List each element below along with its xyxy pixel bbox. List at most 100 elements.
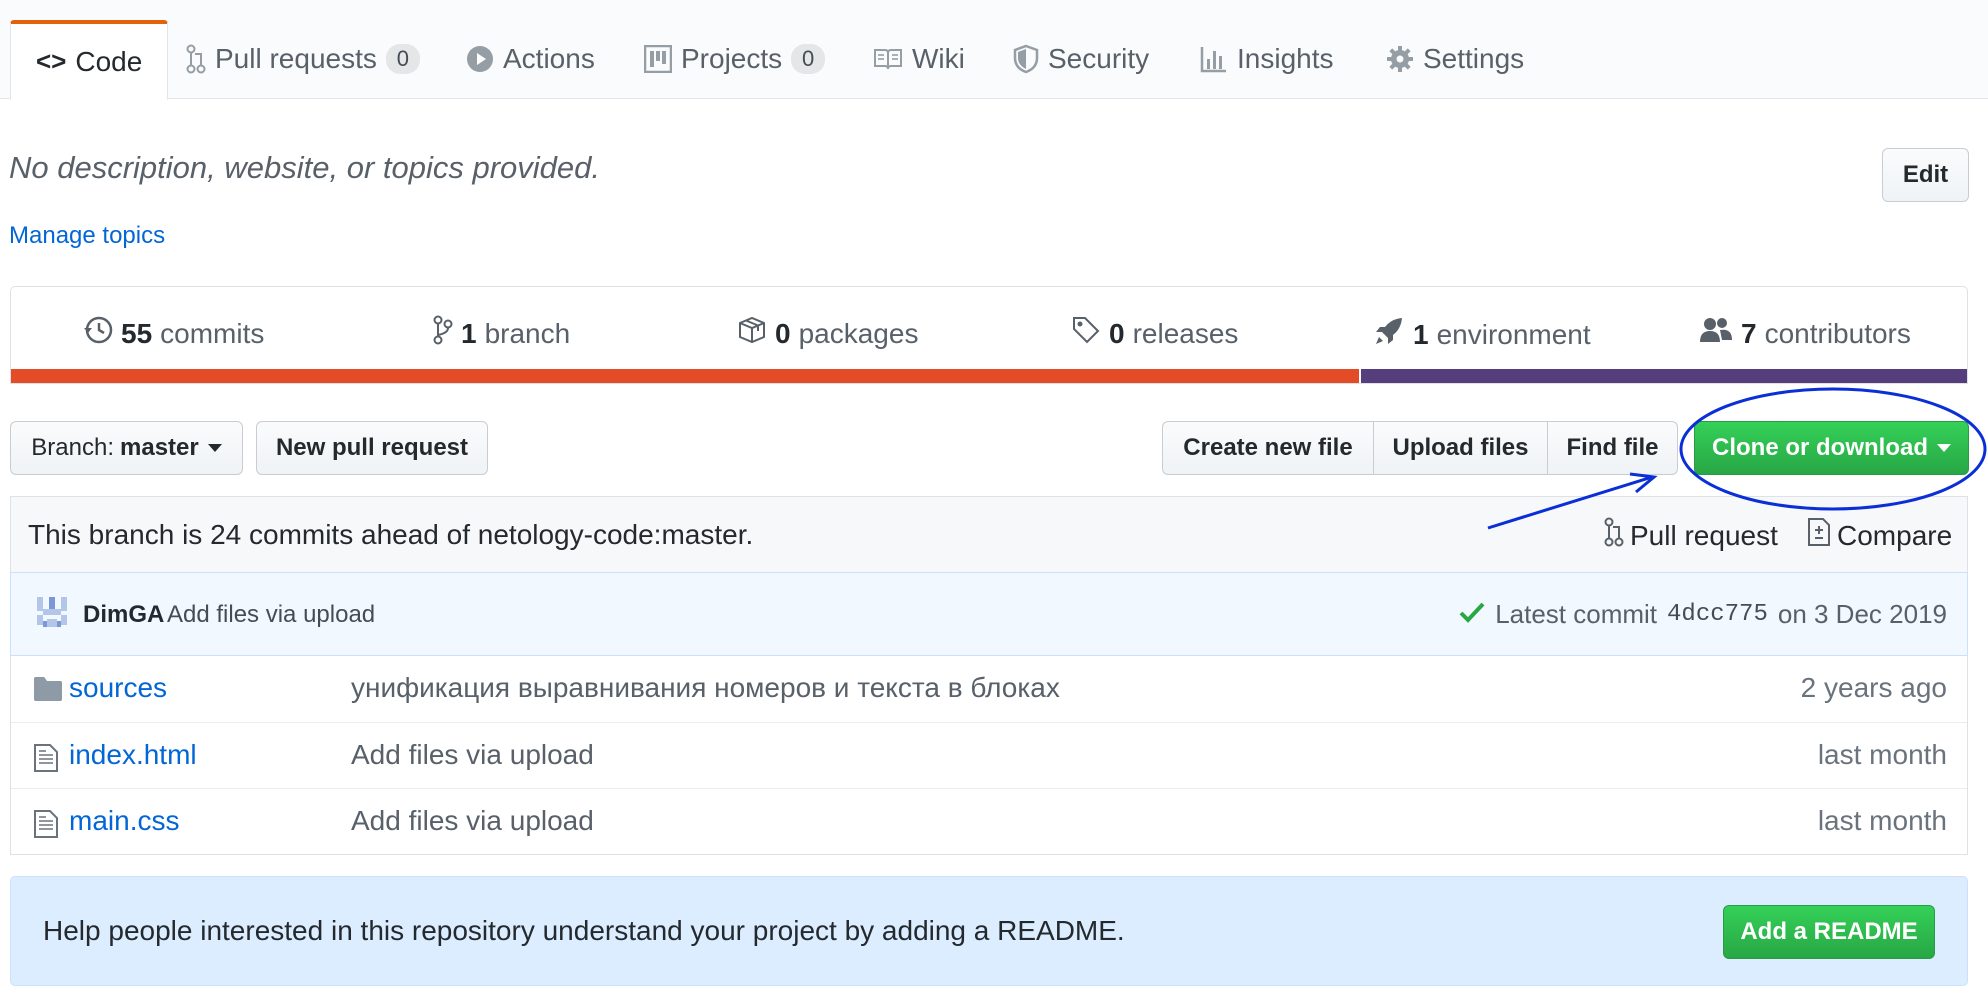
manage-topics-link[interactable]: Manage topics: [9, 222, 165, 250]
language-bar[interactable]: [11, 369, 1967, 383]
contributors-count: 7: [1741, 317, 1757, 349]
project-icon: [644, 45, 672, 73]
file-age: 2 years ago: [1800, 672, 1947, 703]
tab-wiki[interactable]: Wiki: [873, 20, 965, 98]
branches-link[interactable]: 1 branch: [433, 315, 570, 352]
tab-security-label: Security: [1048, 43, 1150, 74]
file-icon: [33, 809, 59, 844]
tab-projects[interactable]: Projects 0: [644, 20, 826, 98]
diff-icon: [1807, 517, 1831, 554]
contributors-label: contributors: [1764, 317, 1911, 349]
file-row: main.css Add files via upload last month: [11, 788, 1967, 854]
branch-select-button[interactable]: Branch: master: [10, 421, 243, 475]
numbers-summary: 55 commits 1 branch 0 packages 0 release…: [10, 286, 1968, 384]
shield-icon: [1013, 44, 1039, 74]
annotation-arrow-head: [1629, 472, 1658, 494]
pull-request-link[interactable]: Pull request: [1604, 517, 1778, 554]
language-bar-segment[interactable]: [1359, 369, 1967, 383]
releases-link[interactable]: 0 releases: [1071, 315, 1238, 352]
graph-icon: [1200, 45, 1228, 73]
environments-link[interactable]: 1 environment: [1373, 315, 1591, 354]
latest-commit-bar: DimGA Add files via upload Latest commit…: [10, 572, 1968, 656]
create-new-file-button[interactable]: Create new file: [1162, 421, 1374, 475]
caret-down-icon: [207, 444, 222, 452]
file-list: sources унификация выравнивания номеров …: [10, 656, 1968, 855]
new-pull-request-button[interactable]: New pull request: [256, 421, 488, 475]
clone-or-download-label: Clone or download: [1712, 434, 1928, 461]
branch-prefix: Branch:: [31, 434, 114, 461]
tab-actions-label: Actions: [503, 43, 595, 74]
file-icon: [33, 743, 59, 778]
code-icon: <>: [36, 46, 67, 76]
file-name-link[interactable]: main.css: [69, 805, 179, 837]
tab-insights-label: Insights: [1237, 43, 1334, 74]
commit-sha-link[interactable]: 4dcc775: [1667, 601, 1768, 628]
commit-message-link[interactable]: Add files via upload: [167, 601, 375, 629]
branches-label: branch: [484, 317, 571, 349]
git-pull-request-icon: [1604, 517, 1624, 554]
compare-link[interactable]: Compare: [1807, 517, 1952, 554]
upload-files-button[interactable]: Upload files: [1373, 421, 1548, 475]
clone-or-download-button[interactable]: Clone or download: [1694, 421, 1969, 475]
tab-projects-label: Projects: [681, 43, 783, 74]
tab-insights[interactable]: Insights: [1200, 20, 1334, 98]
branch-name: master: [120, 434, 199, 461]
file-name-link[interactable]: index.html: [69, 739, 197, 771]
commit-date: on 3 Dec 2019: [1777, 599, 1947, 629]
file-commit-message-link[interactable]: Add files via upload: [351, 739, 594, 771]
git-pull-request-icon: [186, 44, 206, 74]
add-readme-button[interactable]: Add a README: [1723, 905, 1935, 959]
commits-label: commits: [160, 317, 265, 349]
tab-pull-requests[interactable]: Pull requests 0: [186, 20, 420, 98]
play-icon: [466, 45, 494, 73]
history-icon: [83, 315, 113, 352]
repo-description: No description, website, or topics provi…: [9, 150, 601, 185]
file-commit-message-link[interactable]: Add files via upload: [351, 805, 594, 837]
tab-settings-label: Settings: [1423, 43, 1525, 74]
projects-counter: 0: [791, 44, 826, 74]
releases-label: releases: [1132, 317, 1239, 349]
tab-code-label: Code: [75, 45, 143, 77]
environments-count: 1: [1413, 318, 1429, 350]
file-age: last month: [1817, 805, 1947, 836]
branch-tracking-text: This branch is 24 commits ahead of netol…: [28, 519, 754, 550]
file-row: sources унификация выравнивания номеров …: [11, 656, 1967, 722]
package-icon: [737, 315, 767, 352]
commit-author-link[interactable]: DimGA: [83, 601, 164, 629]
tab-settings[interactable]: Settings: [1386, 20, 1524, 98]
commits-link[interactable]: 55 commits: [83, 315, 264, 352]
gear-icon: [1386, 45, 1414, 73]
git-branch-icon: [433, 315, 453, 352]
tab-actions[interactable]: Actions: [466, 20, 595, 98]
file-age: last month: [1817, 739, 1947, 770]
latest-commit-info: Latest commit 4dcc775 on 3 Dec 2019: [1459, 599, 1947, 630]
check-icon: [1459, 599, 1485, 630]
avatar[interactable]: [33, 593, 71, 631]
tab-pull-requests-label: Pull requests: [215, 43, 377, 74]
contributors-link[interactable]: 7 contributors: [1699, 315, 1911, 352]
readme-prompt-text: Help people interested in this repositor…: [43, 915, 1125, 946]
edit-button[interactable]: Edit: [1882, 148, 1969, 202]
latest-commit-label: Latest commit: [1495, 599, 1658, 629]
packages-count: 0: [775, 317, 791, 349]
find-file-button[interactable]: Find file: [1547, 421, 1678, 475]
file-commit-message-link[interactable]: унификация выравнивания номеров и текста…: [351, 672, 1060, 704]
branches-count: 1: [461, 317, 477, 349]
packages-link[interactable]: 0 packages: [737, 315, 918, 352]
file-name-link[interactable]: sources: [69, 672, 167, 704]
tag-icon: [1071, 315, 1101, 352]
book-icon: [873, 47, 903, 71]
file-row: index.html Add files via upload last mon…: [11, 722, 1967, 788]
tab-code[interactable]: <> Code: [10, 20, 169, 100]
readme-prompt: Help people interested in this repositor…: [10, 876, 1968, 986]
repo-nav: <> Code Pull requests 0 Actions Projects…: [0, 0, 1988, 100]
tab-security[interactable]: Security: [1013, 20, 1149, 98]
tab-wiki-label: Wiki: [912, 43, 965, 74]
pull-request-label: Pull request: [1630, 519, 1778, 551]
language-bar-segment[interactable]: [11, 369, 1360, 383]
environments-label: environment: [1436, 318, 1591, 350]
packages-label: packages: [798, 317, 919, 349]
branch-tracking-bar: This branch is 24 commits ahead of netol…: [10, 496, 1968, 572]
people-icon: [1699, 315, 1733, 352]
compare-label: Compare: [1837, 519, 1953, 551]
